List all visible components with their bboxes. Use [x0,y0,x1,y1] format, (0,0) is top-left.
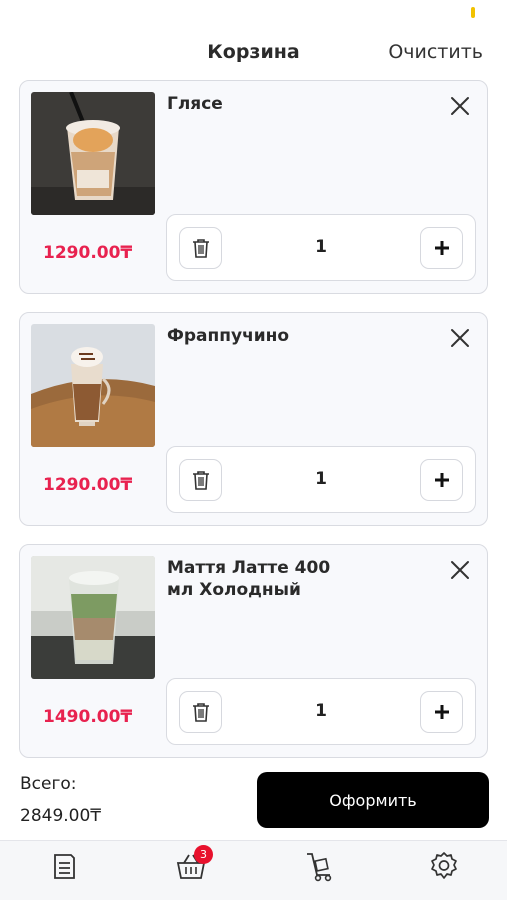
item-price: 1290.00₸ [43,475,133,495]
close-icon [451,329,469,347]
item-price: 1290.00₸ [43,243,133,263]
close-icon [451,561,469,579]
remove-item-button[interactable] [447,325,473,351]
delivery-cart-icon [307,853,332,882]
cart-item: Фраппучино 1290.00₸ 1 [19,312,488,526]
item-name: Фраппучино [167,326,290,346]
tab-settings[interactable] [427,849,461,883]
plus-icon [434,241,449,255]
item-price: 1490.00₸ [43,707,133,727]
item-name: Глясе [167,94,223,114]
total-label: Всего: [20,774,77,794]
increment-button[interactable] [420,691,463,733]
quantity-stepper: 1 [166,678,476,745]
clear-cart-button[interactable]: Очистить [388,41,483,63]
increment-button[interactable] [420,227,463,269]
tab-menu[interactable] [47,849,81,883]
plus-icon [434,473,449,487]
total-value: 2849.00₸ [20,806,102,826]
status-indicator [471,7,475,18]
cart-item: Глясе 1290.00₸ 1 [19,80,488,294]
header: Корзина Очистить [0,38,507,68]
plus-icon [434,705,449,719]
menu-list-icon [54,854,75,879]
quantity-stepper: 1 [166,446,476,513]
product-photo-iced-coffee [31,92,155,215]
checkout-button[interactable]: Оформить [257,772,489,828]
cart-item: Маття Латте 400 мл Холодный 1490.00₸ 1 [19,544,488,758]
cart-count-badge: 3 [194,845,213,864]
tab-delivery[interactable] [301,849,335,883]
product-photo-frappuccino [31,324,155,447]
product-photo-matcha-latte [31,556,155,679]
item-name: Маття Латте 400 мл Холодный [167,558,331,600]
increment-button[interactable] [420,459,463,501]
close-icon [451,97,469,115]
remove-item-button[interactable] [447,93,473,119]
remove-item-button[interactable] [447,557,473,583]
quantity-stepper: 1 [166,214,476,281]
settings-gear-icon [431,852,457,879]
bottom-tab-bar [0,840,507,900]
